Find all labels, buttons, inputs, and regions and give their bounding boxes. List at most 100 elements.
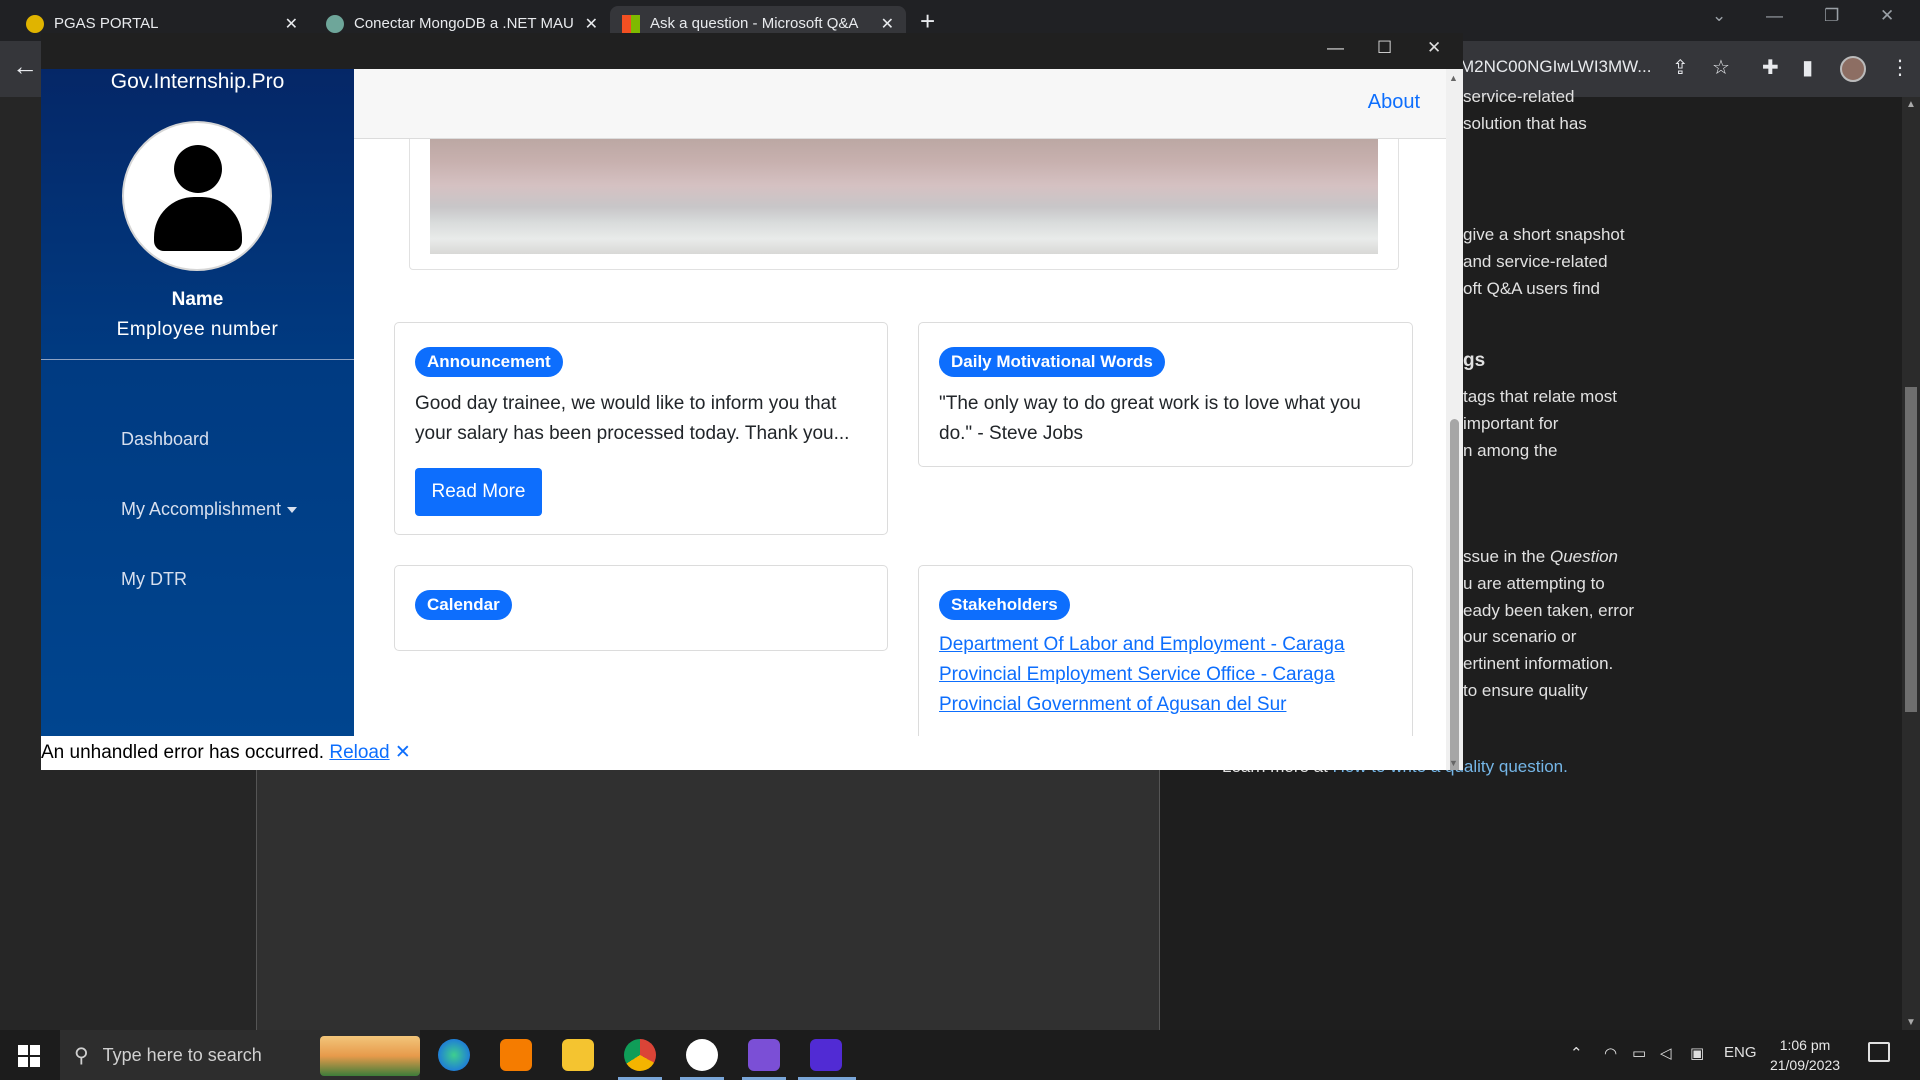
stakeholder-link-peso[interactable]: Provincial Employment Service Office - C… — [939, 660, 1345, 690]
motivation-quote-line: "The only way to do great work is to lov… — [939, 393, 1361, 414]
minimize-icon[interactable]: — — [1766, 6, 1783, 26]
banner-card — [409, 139, 1399, 270]
scroll-up-arrow-icon[interactable]: ▲ — [1906, 99, 1916, 110]
taskbar-search-box[interactable]: ⚲ Type here to search — [60, 1030, 420, 1080]
windows-taskbar: ⚲ Type here to search ⌃ ◠ ▭ ◁ ▣ ENG 1:06… — [0, 1030, 1920, 1080]
scroll-down-arrow-icon[interactable]: ▼ — [1449, 758, 1458, 768]
guidance-text: tags that relate most — [1463, 387, 1618, 406]
side-panel-icon[interactable]: ▮ — [1802, 55, 1813, 80]
tab-title: Conectar MongoDB a .NET MAUI — [354, 15, 575, 32]
announcement-badge: Announcement — [415, 347, 563, 377]
guidance-text: give a short snapshot — [1463, 225, 1625, 244]
file-explorer-icon[interactable] — [562, 1039, 594, 1071]
reload-link[interactable]: Reload — [329, 742, 389, 763]
stakeholders-card: Stakeholders Department Of Labor and Emp… — [918, 565, 1413, 741]
extensions-icon[interactable]: ✚ — [1762, 55, 1779, 80]
visual-studio-icon[interactable] — [748, 1039, 780, 1071]
calendar-card: Calendar — [394, 565, 888, 651]
app-window: — ☐ ✕ Gov.Internship.Pro Name Employee n… — [41, 33, 1463, 770]
motivation-quote-line: do." - Steve Jobs — [939, 423, 1084, 444]
maximize-icon[interactable]: ☐ — [1377, 38, 1392, 58]
avatar-head — [174, 145, 222, 193]
scrollbar-thumb[interactable] — [1450, 419, 1459, 770]
pgas-icon — [26, 14, 44, 33]
dismiss-icon[interactable]: ✕ — [395, 742, 411, 763]
close-icon[interactable]: ✕ — [585, 14, 598, 34]
error-banner: An unhandled error has occurred. Reload … — [41, 736, 1446, 770]
top-navbar: About — [354, 69, 1446, 139]
announcement-card: Announcement Good day trainee, we would … — [394, 322, 888, 535]
guidance-text: u are attempting to — [1463, 574, 1605, 593]
guidance-text: ertinent information. — [1463, 654, 1614, 673]
sidebar-divider — [41, 359, 354, 360]
close-icon[interactable]: ✕ — [285, 14, 298, 34]
announcement-text: Good day trainee, we would like to infor… — [415, 389, 849, 449]
mongodb-compass-icon[interactable] — [686, 1039, 718, 1071]
menu-kebab-icon[interactable]: ⋮ — [1890, 55, 1910, 80]
motivation-badge: Daily Motivational Words — [939, 347, 1165, 377]
stakeholder-link-pgas[interactable]: Provincial Government of Agusan del Sur — [939, 690, 1345, 720]
chevron-up-icon[interactable]: ⌃ — [1570, 1044, 1583, 1062]
restore-icon[interactable]: ❐ — [1824, 6, 1839, 26]
scroll-up-arrow-icon[interactable]: ▲ — [1449, 73, 1458, 83]
sidebar: Gov.Internship.Pro Name Employee number … — [41, 69, 354, 736]
about-link[interactable]: About — [1368, 91, 1420, 114]
announcement-text-line: your salary has been processed today. Th… — [415, 423, 850, 444]
guidance-text: our scenario or — [1463, 627, 1577, 646]
app-scrollbar[interactable]: ▲ ▼ — [1446, 69, 1463, 770]
display-icon[interactable]: ▣ — [1690, 1044, 1704, 1062]
bookmark-star-icon[interactable]: ☆ — [1712, 55, 1730, 80]
microsoft-icon — [622, 14, 640, 33]
guidance-text: and service-related — [1463, 252, 1608, 271]
search-icon: ⚲ — [74, 1044, 89, 1067]
edge-icon[interactable] — [438, 1039, 470, 1071]
guidance-text: service-related — [1463, 87, 1575, 106]
profile-employee-number: Employee number — [116, 319, 279, 340]
close-window-icon[interactable]: ✕ — [1427, 38, 1441, 58]
motivation-quote: "The only way to do great work is to lov… — [939, 389, 1361, 449]
tab-title: PGAS PORTAL — [54, 15, 159, 32]
sidebar-item-my-accomplishment[interactable]: My Accomplishment — [121, 499, 298, 520]
guidance-text-italic: Question — [1549, 547, 1619, 566]
minimize-icon[interactable]: — — [1327, 38, 1344, 58]
sidebar-item-my-dtr[interactable]: My DTR — [121, 569, 187, 590]
tab-search-icon[interactable]: ⌄ — [1712, 6, 1726, 26]
address-bar[interactable]: M2NC00NGIwLWI3MW... — [1460, 57, 1651, 77]
motivation-card: Daily Motivational Words "The only way t… — [918, 322, 1413, 467]
wifi-icon[interactable]: ◠ — [1604, 1044, 1617, 1062]
announcement-text-line: Good day trainee, we would like to infor… — [415, 393, 837, 414]
language-indicator[interactable]: ENG — [1724, 1044, 1757, 1061]
scroll-down-arrow-icon[interactable]: ▼ — [1906, 1017, 1916, 1028]
avatar-body — [154, 197, 242, 251]
volume-icon[interactable]: ◁ — [1660, 1044, 1672, 1062]
brand-title: Gov.Internship.Pro — [110, 70, 285, 93]
scrollbar-thumb[interactable] — [1905, 387, 1917, 712]
stakeholder-link-dole[interactable]: Department Of Labor and Employment - Car… — [939, 630, 1345, 660]
close-window-icon[interactable]: ✕ — [1880, 6, 1894, 26]
dotnet-app-icon[interactable] — [810, 1039, 842, 1071]
page-scrollbar[interactable]: ▲ ▼ — [1902, 97, 1920, 1030]
clock-date: 21/09/2023 — [1769, 1057, 1841, 1073]
sidebar-item-label: My Accomplishment — [121, 499, 282, 519]
sidebar-item-dashboard[interactable]: Dashboard — [121, 429, 209, 450]
chrome-icon[interactable] — [624, 1039, 656, 1071]
guidance-text: oft Q&A users find — [1463, 279, 1601, 298]
profile-name: Name — [171, 289, 224, 310]
notification-icon[interactable] — [1868, 1042, 1890, 1062]
new-tab-button[interactable]: + — [920, 6, 935, 36]
tab-title: Ask a question - Microsoft Q&A — [650, 15, 859, 32]
windows-start-icon[interactable] — [18, 1045, 40, 1067]
stakeholders-badge: Stakeholders — [939, 590, 1070, 620]
guidance-text: ssue in the Question — [1463, 543, 1618, 570]
battery-icon[interactable]: ▭ — [1632, 1044, 1646, 1062]
search-placeholder: Type here to search — [102, 1044, 262, 1065]
share-icon[interactable]: ⇪ — [1672, 55, 1689, 80]
back-arrow-icon[interactable]: ← — [12, 51, 38, 82]
chevron-down-icon — [287, 507, 298, 514]
sublime-text-icon[interactable] — [500, 1039, 532, 1071]
stakeholder-links: Department Of Labor and Employment - Car… — [939, 630, 1345, 720]
read-more-button[interactable]: Read More — [415, 468, 542, 516]
profile-avatar[interactable] — [1840, 56, 1866, 82]
close-icon[interactable]: ✕ — [881, 14, 894, 34]
taskbar-clock[interactable]: 1:06 pm 21/09/2023 — [1760, 1035, 1850, 1075]
